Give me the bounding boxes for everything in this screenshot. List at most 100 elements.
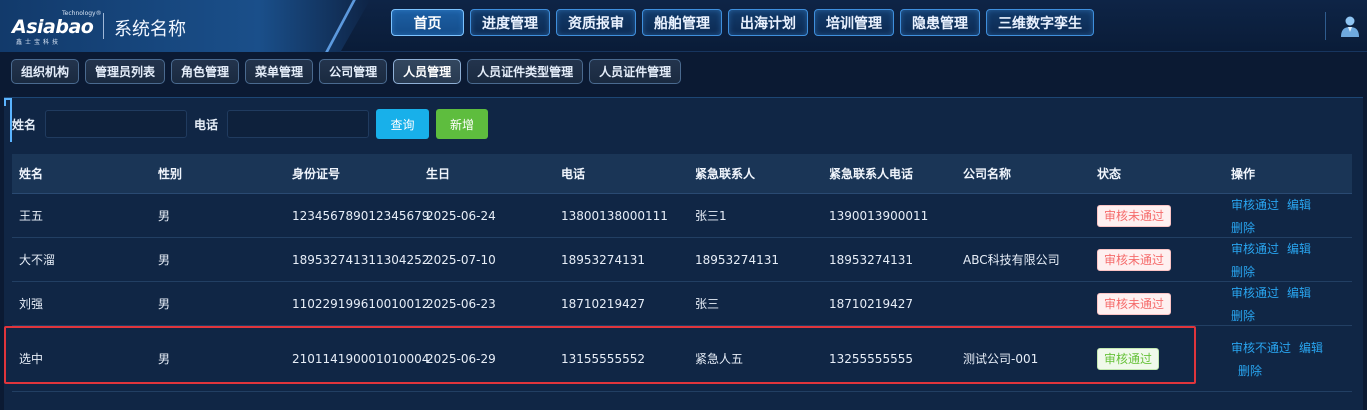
delete-link[interactable]: 删除 bbox=[1231, 219, 1255, 236]
cell-gender: 男 bbox=[158, 352, 171, 366]
cell-phone: 13155555552 bbox=[561, 351, 645, 366]
tab-cert-types[interactable]: 人员证件类型管理 bbox=[467, 59, 584, 84]
cell-emergency-phone: 1390013900011 bbox=[829, 208, 929, 223]
col-gender: 性别 bbox=[158, 167, 183, 181]
user-divider bbox=[1325, 12, 1326, 40]
nav-training[interactable]: 培训管理 bbox=[814, 9, 894, 36]
table-header: 姓名 性别 身份证号 生日 电话 紧急联系人 紧急联系人电话 公司名称 状态 操… bbox=[12, 154, 1352, 194]
tab-personnel[interactable]: 人员管理 bbox=[393, 59, 462, 84]
brand-divider bbox=[103, 13, 104, 39]
edit-link[interactable]: 编辑 bbox=[1287, 240, 1311, 257]
approve-link[interactable]: 审核通过 bbox=[1231, 196, 1279, 213]
query-button[interactable]: 查询 bbox=[376, 109, 430, 139]
table-row[interactable]: 王五 男 123456789012345679 2025-06-24 13800… bbox=[12, 194, 1352, 238]
tab-admin-list[interactable]: 管理员列表 bbox=[85, 59, 166, 84]
edit-link[interactable]: 编辑 bbox=[1287, 284, 1311, 301]
cell-gender: 男 bbox=[158, 209, 171, 223]
name-input[interactable] bbox=[45, 110, 188, 138]
cell-name: 选中 bbox=[19, 352, 44, 366]
tab-company[interactable]: 公司管理 bbox=[319, 59, 388, 84]
system-name: 系统名称 bbox=[114, 19, 186, 40]
brand-plate: Technology® Asiabao 鑫士宝科技 系统名称 bbox=[0, 0, 370, 52]
phone-label: 电话 bbox=[194, 117, 219, 132]
nav-sea-plan[interactable]: 出海计划 bbox=[728, 9, 808, 36]
cell-actions: 审核通过 编辑 删除 bbox=[1224, 240, 1352, 280]
tab-certs[interactable]: 人员证件管理 bbox=[589, 59, 682, 84]
user-icon[interactable] bbox=[1339, 14, 1361, 38]
cell-status: 审核未通过 bbox=[1090, 204, 1224, 227]
nav-ship[interactable]: 船舶管理 bbox=[642, 9, 722, 36]
logo-subtext: 鑫士宝科技 bbox=[16, 39, 62, 46]
cell-birthday: 2025-07-10 bbox=[426, 252, 496, 267]
cell-birthday: 2025-06-29 bbox=[426, 351, 496, 366]
cell-phone: 13800138000111 bbox=[561, 208, 668, 223]
phone-input[interactable] bbox=[227, 110, 370, 138]
reject-link[interactable]: 审核不通过 bbox=[1231, 339, 1291, 356]
cell-gender: 男 bbox=[158, 253, 171, 267]
tab-org[interactable]: 组织机构 bbox=[11, 59, 80, 84]
cell-emergency-contact: 张三 bbox=[695, 297, 720, 311]
company-logo: Technology® Asiabao 鑫士宝科技 bbox=[12, 10, 102, 46]
cell-name: 刘强 bbox=[19, 297, 44, 311]
cell-actions: 审核不通过 编辑 删除 bbox=[1224, 339, 1352, 379]
delete-link[interactable]: 删除 bbox=[1231, 263, 1255, 280]
personnel-table: 姓名 性别 身份证号 生日 电话 紧急联系人 紧急联系人电话 公司名称 状态 操… bbox=[4, 154, 1352, 392]
cell-name: 大不溜 bbox=[19, 253, 56, 267]
col-actions: 操作 bbox=[1231, 167, 1256, 181]
cell-company: 测试公司-001 bbox=[963, 352, 1039, 366]
cell-emergency-phone: 18953274131 bbox=[829, 252, 913, 267]
nav-hazard[interactable]: 隐患管理 bbox=[900, 9, 980, 36]
tab-roles[interactable]: 角色管理 bbox=[171, 59, 240, 84]
cell-birthday: 2025-06-23 bbox=[426, 296, 496, 311]
status-badge: 审核未通过 bbox=[1097, 248, 1172, 271]
edit-link[interactable]: 编辑 bbox=[1287, 196, 1311, 213]
col-emergency-phone: 紧急联系人电话 bbox=[829, 167, 914, 181]
cell-gender: 男 bbox=[158, 297, 171, 311]
edit-link[interactable]: 编辑 bbox=[1299, 339, 1323, 356]
cell-emergency-phone: 18710219427 bbox=[829, 296, 913, 311]
col-status: 状态 bbox=[1097, 167, 1122, 181]
nav-qualification[interactable]: 资质报审 bbox=[556, 9, 636, 36]
cell-birthday: 2025-06-24 bbox=[426, 208, 496, 223]
cell-id-no: 110229199610010012 bbox=[292, 296, 430, 311]
nav-home[interactable]: 首页 bbox=[391, 9, 464, 36]
cell-status: 审核未通过 bbox=[1090, 248, 1224, 271]
col-company: 公司名称 bbox=[963, 167, 1012, 181]
delete-link[interactable]: 删除 bbox=[1238, 362, 1262, 379]
status-badge: 审核未通过 bbox=[1097, 292, 1172, 315]
cell-id-no: 189532741311304252 bbox=[292, 252, 430, 267]
approve-link[interactable]: 审核通过 bbox=[1231, 284, 1279, 301]
panel-corner bbox=[4, 98, 12, 142]
tab-menus[interactable]: 菜单管理 bbox=[245, 59, 314, 84]
nav-digital-twin[interactable]: 三维数字孪生 bbox=[986, 9, 1094, 36]
cell-id-no: 210114190001010004 bbox=[292, 351, 430, 366]
add-button[interactable]: 新增 bbox=[436, 109, 489, 139]
table-row[interactable]: 大不溜 男 189532741311304252 2025-07-10 1895… bbox=[12, 238, 1352, 282]
table-row[interactable]: 刘强 男 110229199610010012 2025-06-23 18710… bbox=[12, 282, 1352, 326]
col-phone: 电话 bbox=[561, 167, 586, 181]
status-badge: 审核未通过 bbox=[1097, 204, 1172, 227]
logo-text: Asiabao bbox=[12, 16, 94, 38]
status-badge: 审核通过 bbox=[1097, 347, 1160, 370]
nav-progress[interactable]: 进度管理 bbox=[470, 9, 550, 36]
user-area bbox=[1325, 10, 1365, 42]
col-id-no: 身份证号 bbox=[292, 167, 341, 181]
cell-company: ABC科技有限公司 bbox=[963, 253, 1060, 267]
col-name: 姓名 bbox=[19, 167, 44, 181]
search-bar: 姓名 电话 查询 新增 bbox=[12, 109, 489, 139]
name-label: 姓名 bbox=[12, 117, 37, 132]
col-birthday: 生日 bbox=[426, 167, 451, 181]
cell-status: 审核未通过 bbox=[1090, 292, 1224, 315]
cell-emergency-contact: 18953274131 bbox=[695, 252, 779, 267]
sub-tabs: 组织机构 管理员列表 角色管理 菜单管理 公司管理 人员管理 人员证件类型管理 … bbox=[0, 52, 1367, 90]
content-panel: 姓名 电话 查询 新增 姓名 性别 身份证号 生日 电话 紧急联系人 紧急联系人… bbox=[4, 97, 1363, 410]
table-row-selected[interactable]: 选中 男 210114190001010004 2025-06-29 13155… bbox=[4, 326, 1352, 392]
delete-link[interactable]: 删除 bbox=[1231, 307, 1255, 324]
cell-phone: 18710219427 bbox=[561, 296, 645, 311]
cell-actions: 审核通过 编辑 删除 bbox=[1224, 284, 1352, 324]
approve-link[interactable]: 审核通过 bbox=[1231, 240, 1279, 257]
cell-actions: 审核通过 编辑 删除 bbox=[1224, 196, 1352, 236]
cell-id-no: 123456789012345679 bbox=[292, 208, 430, 223]
cell-emergency-contact: 紧急人五 bbox=[695, 352, 744, 366]
cell-status: 审核通过 bbox=[1090, 347, 1224, 370]
